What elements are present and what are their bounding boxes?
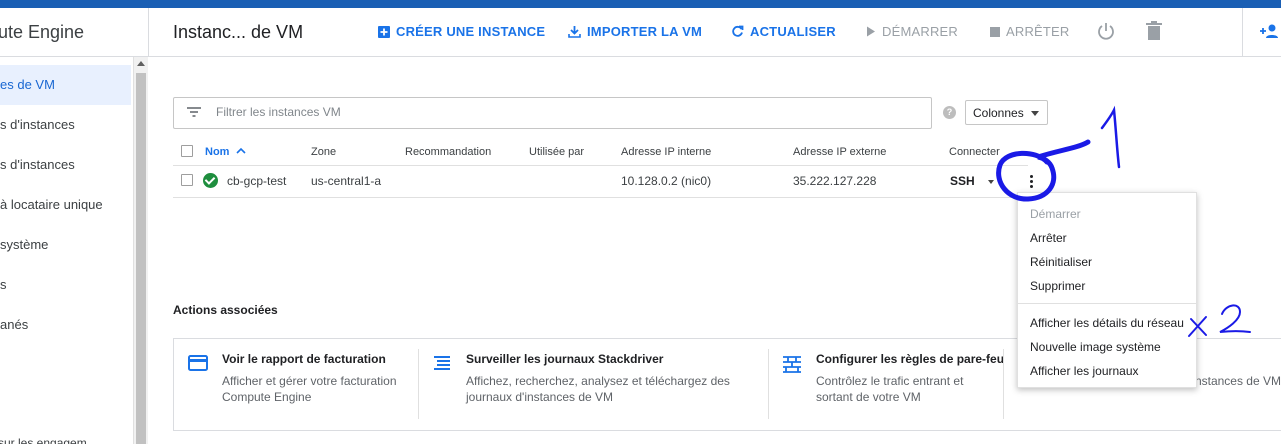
columns-dropdown[interactable]: Colonnes — [965, 100, 1048, 125]
column-header-internal-ip[interactable]: Adresse IP interne — [621, 146, 711, 158]
column-header-zone[interactable]: Zone — [311, 146, 336, 158]
sidebar-item-label: système — [0, 237, 49, 252]
stop-icon — [990, 26, 1000, 37]
sidebar-footer-link[interactable]: sur les engagem — [0, 436, 87, 444]
toolbar-divider — [1242, 8, 1243, 57]
column-header-used-by[interactable]: Utilisée par — [529, 146, 584, 158]
more-actions-kebab-icon[interactable] — [1026, 175, 1036, 189]
filter-icon — [187, 107, 201, 117]
sidebar-item-snapshots[interactable]: anés — [0, 305, 131, 345]
menu-item-view-logs[interactable]: Afficher les journaux — [1030, 364, 1139, 378]
annotation-circle — [996, 139, 1091, 202]
download-icon — [568, 26, 581, 38]
add-box-icon — [378, 25, 390, 38]
card-description: Afficher et gérer votre facturation Comp… — [222, 374, 397, 404]
sidebar-scrollbar[interactable] — [133, 57, 148, 444]
annotation-digit-2 — [1219, 304, 1251, 333]
header-divider — [148, 8, 149, 57]
sidebar: es de VM s d'instances s d'instances à l… — [0, 57, 133, 444]
sidebar-item-sole-tenant-nodes[interactable]: à locataire unique — [0, 185, 131, 225]
menu-item-stop[interactable]: Arrêter — [1030, 231, 1067, 245]
instance-zone: us-central1-a — [311, 174, 382, 188]
sidebar-item-label: anés — [0, 317, 29, 332]
instance-name-link[interactable]: cb-gcp-test — [227, 174, 286, 188]
sidebar-item-label: s — [0, 277, 7, 292]
refresh-button[interactable]: ACTUALISER — [731, 24, 836, 39]
start-label: DÉMARRER — [882, 24, 958, 39]
page-title: Instanc... de VM — [173, 22, 304, 42]
credit-card-icon — [188, 355, 208, 371]
sort-ascending-icon — [235, 147, 246, 154]
row-divider-line — [173, 197, 1028, 198]
app-title[interactable]: ute Engine — [0, 22, 84, 43]
menu-item-new-machine-image[interactable]: Nouvelle image système — [1030, 340, 1161, 354]
related-actions-title: Actions associées — [173, 303, 278, 317]
column-header-connect[interactable]: Connecter — [949, 146, 1000, 158]
reset-button[interactable] — [1096, 21, 1116, 41]
column-header-name-label: Nom — [205, 146, 230, 158]
import-vm-label: IMPORTER LA VM — [587, 24, 702, 39]
filter-box[interactable] — [173, 97, 932, 129]
logs-icon — [434, 356, 450, 370]
person-add-icon — [1260, 24, 1278, 38]
columns-label: Colonnes — [973, 106, 1024, 120]
header-divider-line — [173, 165, 1028, 166]
status-running-icon — [203, 173, 218, 188]
menu-item-delete[interactable]: Supprimer — [1030, 279, 1085, 293]
sidebar-item-disks[interactable]: s — [0, 265, 131, 305]
stop-button[interactable]: ARRÊTER — [990, 24, 1070, 39]
start-button[interactable]: DÉMARRER — [866, 24, 958, 39]
card-firewall-rules[interactable]: Configurer les règles de pare-feu Contrô… — [769, 339, 1004, 430]
sidebar-item-instance-groups[interactable]: s d'instances — [0, 105, 131, 145]
select-all-checkbox[interactable] — [181, 145, 193, 157]
sidebar-item-label: à locataire unique — [0, 197, 103, 212]
menu-item-start[interactable]: Démarrer — [1030, 207, 1081, 221]
refresh-label: ACTUALISER — [750, 24, 836, 39]
ssh-button[interactable]: SSH — [950, 174, 975, 188]
power-icon — [1098, 23, 1114, 40]
column-header-external-ip[interactable]: Adresse IP externe — [793, 146, 886, 158]
stop-label: ARRÊTER — [1006, 24, 1070, 39]
card-billing-report[interactable]: Voir le rapport de facturation Afficher … — [174, 339, 418, 430]
scrollbar-thumb[interactable] — [136, 73, 146, 444]
card-stackdriver-logs[interactable]: Surveiller les journaux Stackdriver Affi… — [419, 339, 769, 430]
row-checkbox[interactable] — [181, 174, 193, 186]
card-description: Contrôlez le trafic entrant et sortant d… — [816, 374, 964, 404]
sidebar-item-label: es de VM — [0, 77, 55, 92]
refresh-icon — [732, 25, 744, 37]
add-member-button[interactable] — [1259, 23, 1279, 39]
scroll-up-arrow-icon[interactable] — [137, 61, 145, 66]
import-vm-button[interactable]: IMPORTER LA VM — [568, 24, 702, 39]
ssh-dropdown-chevron-icon[interactable] — [988, 180, 994, 184]
sidebar-item-vm-instances[interactable]: es de VM — [0, 65, 131, 105]
trash-icon — [1146, 21, 1162, 40]
create-instance-label: CRÉER UNE INSTANCE — [396, 24, 546, 39]
chevron-down-icon — [1031, 111, 1039, 116]
header: ute Engine Instanc... de VM CRÉER UNE IN… — [0, 8, 1281, 57]
column-header-recommendation[interactable]: Recommandation — [405, 146, 491, 158]
delete-button[interactable] — [1146, 21, 1162, 41]
sidebar-item-instance-templates[interactable]: s d'instances — [0, 145, 131, 185]
annotation-digit-1 — [1100, 105, 1121, 169]
sidebar-item-label: s d'instances — [0, 157, 75, 172]
menu-separator — [1018, 303, 1196, 304]
instance-actions-menu: Démarrer Arrêter Réinitialiser Supprimer… — [1017, 192, 1197, 388]
play-icon — [867, 26, 875, 37]
sidebar-item-machine-images[interactable]: système — [0, 225, 131, 265]
filter-input[interactable] — [216, 105, 916, 119]
card-title: Voir le rapport de facturation — [222, 352, 386, 366]
sidebar-item-label: s d'instances — [0, 117, 75, 132]
menu-item-view-network-details[interactable]: Afficher les détails du réseau — [1030, 316, 1184, 330]
menu-item-reset[interactable]: Réinitialiser — [1030, 255, 1092, 269]
card-title: Surveiller les journaux Stackdriver — [466, 352, 664, 366]
instance-external-ip[interactable]: 35.222.127.228 — [793, 174, 876, 188]
card-title: Configurer les règles de pare-feu — [816, 352, 1005, 366]
help-icon[interactable]: ? — [943, 106, 956, 119]
firewall-icon — [783, 356, 801, 373]
create-instance-button[interactable]: CRÉER UNE INSTANCE — [378, 24, 545, 39]
card-description: Affichez, recherchez, analysez et téléch… — [466, 374, 730, 404]
column-header-name[interactable]: Nom — [205, 146, 246, 158]
top-color-bar — [0, 0, 1281, 8]
instance-internal-ip: 10.128.0.2 (nic0) — [621, 174, 712, 188]
